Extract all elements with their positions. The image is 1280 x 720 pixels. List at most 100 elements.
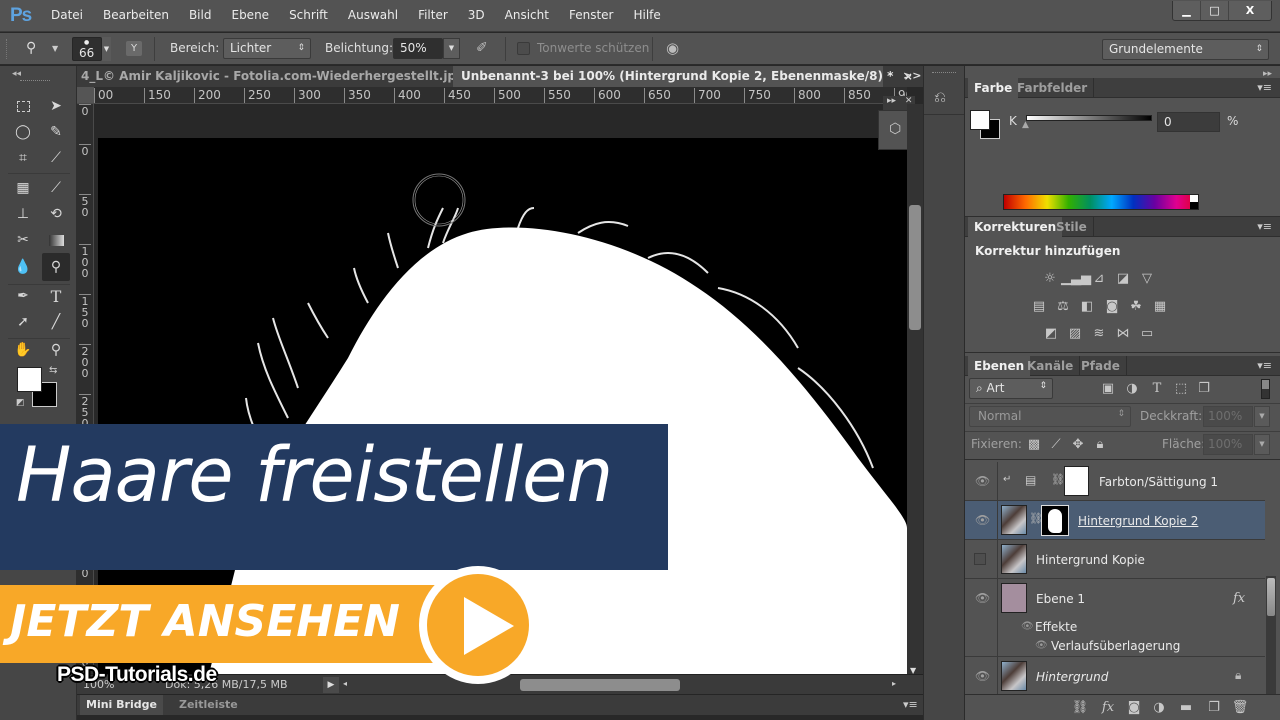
color-fg-swatch[interactable] bbox=[970, 110, 990, 130]
menu-ebene[interactable]: Ebene bbox=[231, 8, 269, 22]
healing-brush-tool-icon[interactable]: ▦ bbox=[11, 176, 35, 200]
panel-menu-icon[interactable]: ▾≡ bbox=[1257, 81, 1272, 94]
filter-smart-object-icon[interactable]: ❐ bbox=[1195, 380, 1213, 396]
hue-saturation-icon[interactable]: ▤ bbox=[1030, 298, 1048, 314]
scroll-right-icon[interactable]: ▸ bbox=[892, 679, 896, 688]
gradient-tool-icon[interactable] bbox=[44, 228, 68, 252]
chain-link-icon[interactable]: ⛓ bbox=[1051, 473, 1065, 486]
k-slider-thumb[interactable]: ▲ bbox=[1022, 120, 1029, 130]
visibility-eye-icon[interactable]: 👁︎ bbox=[975, 513, 990, 527]
layer-name[interactable]: Ebene 1 bbox=[1036, 592, 1085, 606]
lock-all-icon[interactable]: 🔒︎ bbox=[1091, 436, 1109, 452]
doc-tab-active[interactable]: Unbenannt-3 bei 100% (Hintergrund Kopie … bbox=[453, 66, 913, 87]
panel-menu-icon[interactable]: ▾≡ bbox=[903, 698, 918, 711]
menu-filter[interactable]: Filter bbox=[418, 8, 448, 22]
effect-name[interactable]: Verlaufsüberlagerung bbox=[1051, 639, 1180, 653]
doc-tab-inactive[interactable]: 4_L© Amir Kaljikovic - Fotolia.com-Wiede… bbox=[77, 66, 484, 87]
layer-thumbnail[interactable] bbox=[1001, 661, 1027, 691]
menu-auswahl[interactable]: Auswahl bbox=[348, 8, 398, 22]
visibility-eye-icon[interactable]: 👁︎ bbox=[975, 669, 990, 683]
tab-korrekturen[interactable]: Korrekturen bbox=[968, 217, 1063, 237]
blend-mode-select[interactable]: Normal ⇕ bbox=[969, 406, 1131, 427]
tab-pfade[interactable]: Pfade bbox=[1075, 356, 1127, 376]
quick-selection-tool-icon[interactable]: ✎ bbox=[44, 120, 68, 144]
layer-row[interactable]: Hintergrund Kopie bbox=[965, 540, 1265, 579]
menu-3d[interactable]: 3D bbox=[468, 8, 485, 22]
panel-menu-icon[interactable]: ▾≡ bbox=[1257, 359, 1272, 372]
lock-position-icon[interactable]: ✥ bbox=[1069, 436, 1087, 452]
menu-bild[interactable]: Bild bbox=[189, 8, 212, 22]
panel-menu-icon[interactable]: ▾≡ bbox=[1257, 220, 1272, 233]
history-panel-icon[interactable]: ⎌ bbox=[934, 88, 946, 106]
new-group-icon[interactable]: ▬ bbox=[1177, 699, 1195, 715]
scroll-left-icon[interactable]: ◂ bbox=[343, 679, 347, 688]
k-slider-track[interactable] bbox=[1026, 115, 1152, 121]
filter-shape-icon[interactable]: ⬚ bbox=[1172, 380, 1190, 396]
brush-size-picker[interactable]: ● 66 bbox=[72, 37, 102, 61]
layer-mask-thumbnail[interactable] bbox=[1041, 505, 1069, 536]
vertical-scroll-thumb[interactable] bbox=[909, 205, 921, 330]
opacity-input[interactable]: 100% bbox=[1203, 406, 1253, 427]
line-tool-icon[interactable]: ╱ bbox=[44, 310, 68, 334]
sponge-tool-icon[interactable]: ⚲ bbox=[42, 253, 70, 281]
maximize-button[interactable]: □ bbox=[1201, 1, 1229, 20]
k-value-input[interactable]: 0 bbox=[1157, 112, 1220, 132]
menu-datei[interactable]: Datei bbox=[51, 8, 83, 22]
default-colors-icon[interactable]: ◩ bbox=[16, 398, 25, 408]
blur-tool-icon[interactable]: 💧 bbox=[11, 255, 35, 279]
layer-name[interactable]: Hintergrund Kopie bbox=[1036, 553, 1145, 567]
brush-tool-icon[interactable]: ⟋ bbox=[44, 176, 68, 200]
fill-input[interactable]: 100% bbox=[1203, 434, 1253, 455]
swap-colors-icon[interactable]: ⇆ bbox=[49, 365, 57, 376]
crop-tool-icon[interactable]: ⌗ bbox=[11, 146, 35, 170]
fill-dropdown-icon[interactable]: ▼ bbox=[1254, 434, 1270, 455]
effect-eye-icon[interactable]: 👁︎ bbox=[1035, 640, 1048, 651]
black-white-icon[interactable]: ◧ bbox=[1078, 298, 1096, 314]
layer-mask-thumbnail[interactable] bbox=[1064, 466, 1089, 496]
airbrush-icon[interactable]: ✐ bbox=[476, 40, 488, 56]
layer-row-selected[interactable]: 👁︎ ⛓ Hintergrund Kopie 2 bbox=[965, 501, 1265, 540]
range-select[interactable]: Lichter ⇕ bbox=[223, 38, 311, 59]
new-layer-icon[interactable]: ❐ bbox=[1205, 699, 1223, 715]
effects-label[interactable]: Effekte bbox=[1035, 620, 1077, 634]
status-menu-arrow-icon[interactable]: ▶ bbox=[323, 677, 339, 693]
visibility-eye-icon[interactable]: 👁︎ bbox=[975, 474, 990, 488]
link-layers-icon[interactable]: ⛓ bbox=[1071, 699, 1089, 715]
path-selection-tool-icon[interactable]: ➚ bbox=[11, 310, 35, 334]
add-mask-icon[interactable]: ◙ bbox=[1125, 699, 1143, 715]
clone-stamp-tool-icon[interactable]: ⊥ bbox=[11, 202, 35, 226]
selective-color-icon[interactable]: ▭ bbox=[1138, 325, 1156, 341]
delete-layer-icon[interactable]: 🗑︎ bbox=[1231, 699, 1249, 715]
exposure-input[interactable]: 50% bbox=[393, 38, 443, 59]
filter-type-icon[interactable]: T bbox=[1148, 380, 1166, 396]
layer-thumbnail[interactable] bbox=[1001, 544, 1027, 574]
collapse-icon[interactable]: ◂◂ bbox=[12, 69, 21, 79]
protect-tones-checkbox[interactable] bbox=[517, 42, 530, 55]
expand-icon[interactable]: ▸▸ bbox=[887, 96, 896, 106]
eyedropper-tool-icon[interactable]: ⟋ bbox=[44, 146, 68, 170]
invert-icon[interactable]: ◩ bbox=[1042, 325, 1060, 341]
ruler-origin[interactable] bbox=[77, 87, 94, 103]
spectrum-black[interactable] bbox=[1190, 202, 1198, 209]
3d-camera-icon[interactable]: ⬡ bbox=[889, 121, 901, 137]
tab-stile[interactable]: Stile bbox=[1050, 217, 1094, 237]
sponge-tool-preset-icon[interactable]: ⚲ bbox=[26, 40, 36, 56]
tab-overflow-icon[interactable]: >> bbox=[903, 69, 921, 82]
add-style-icon[interactable]: fx bbox=[1099, 699, 1117, 715]
brush-size-dropdown-icon[interactable]: ▼ bbox=[102, 37, 111, 61]
horizontal-scroll-thumb[interactable] bbox=[520, 679, 680, 691]
menu-schrift[interactable]: Schrift bbox=[289, 8, 328, 22]
lasso-tool-icon[interactable]: ◯ bbox=[11, 120, 35, 144]
visibility-eye-icon[interactable]: 👁︎ bbox=[975, 591, 990, 605]
new-adjustment-icon[interactable]: ◑ bbox=[1150, 699, 1168, 715]
pen-tool-icon[interactable]: ✒ bbox=[11, 284, 35, 308]
curves-icon[interactable]: ⊿ bbox=[1090, 270, 1108, 286]
channel-mixer-icon[interactable]: ☘ bbox=[1127, 298, 1145, 314]
color-lookup-icon[interactable]: ▦ bbox=[1151, 298, 1169, 314]
close-button[interactable]: X bbox=[1229, 1, 1271, 20]
menu-ansicht[interactable]: Ansicht bbox=[505, 8, 549, 22]
eraser-tool-icon[interactable]: ✂ bbox=[11, 228, 35, 252]
layer-thumbnail[interactable] bbox=[1001, 583, 1027, 613]
exposure-icon[interactable]: ◪ bbox=[1114, 270, 1132, 286]
layers-scroll-thumb[interactable] bbox=[1267, 578, 1275, 616]
